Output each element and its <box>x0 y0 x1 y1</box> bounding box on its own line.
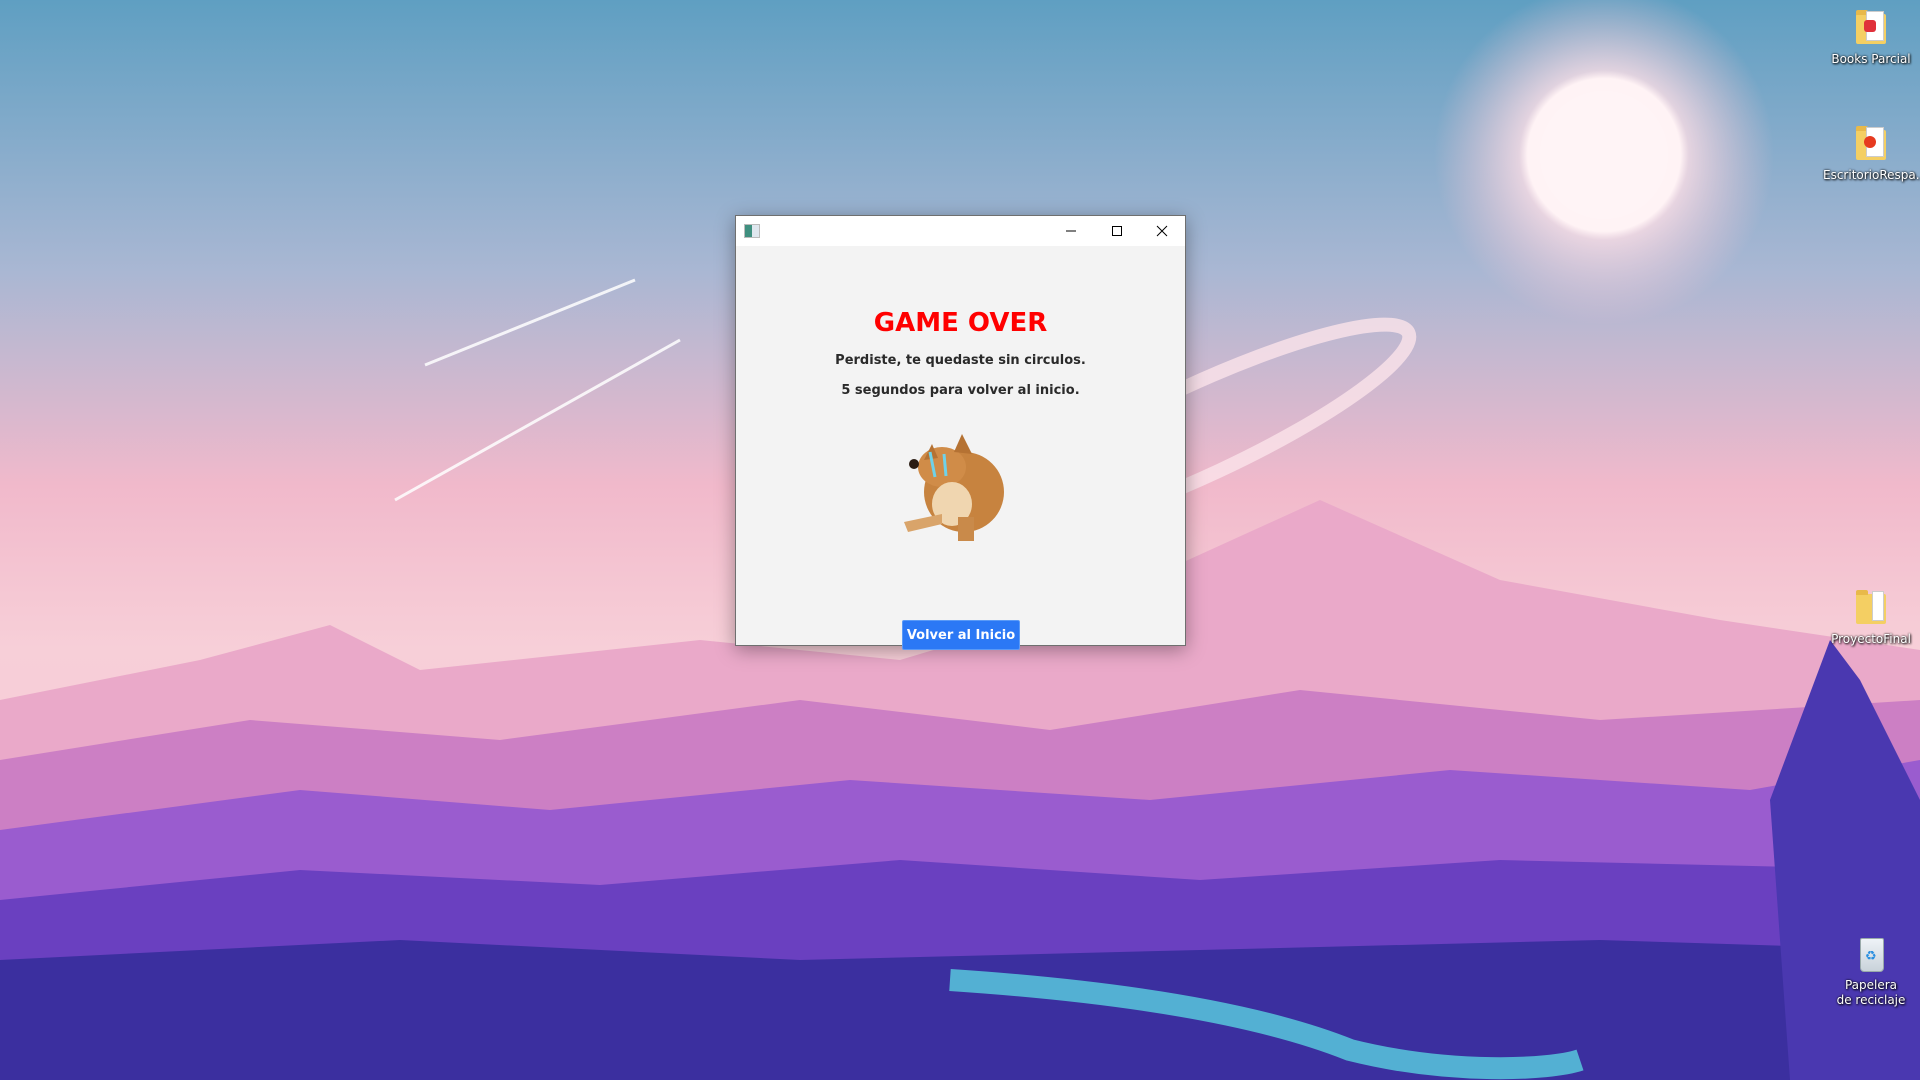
folder-acrobat-icon <box>1854 126 1888 162</box>
crying-dog-image <box>904 434 1004 541</box>
close-button[interactable] <box>1139 216 1185 246</box>
recycle-bin-icon: ♻ <box>1854 936 1888 972</box>
folder-icon <box>1854 590 1888 626</box>
app-icon <box>744 224 760 238</box>
dialog-content: GAME OVER Perdiste, te quedaste sin circ… <box>736 246 1185 650</box>
folder-pdf-icon <box>1854 10 1888 46</box>
minimize-icon <box>1066 230 1076 232</box>
game-over-heading: GAME OVER <box>873 308 1048 338</box>
desktop-icon-label: EscritorioRespa... <box>1823 168 1920 182</box>
game-over-window: GAME OVER Perdiste, te quedaste sin circ… <box>735 215 1186 650</box>
countdown-message: 5 segundos para volver al inicio. <box>841 383 1080 398</box>
desktop-icon-label: ProyectoFinal <box>1831 632 1911 646</box>
desktop-icon-escritorio-respaldo[interactable]: EscritorioRespa... <box>1823 126 1920 183</box>
minimize-button[interactable] <box>1048 216 1094 246</box>
desktop-icon-label: Books Parcial <box>1831 52 1911 66</box>
close-icon <box>1156 225 1168 237</box>
lost-message: Perdiste, te quedaste sin circulos. <box>835 353 1086 368</box>
title-bar[interactable] <box>736 216 1185 246</box>
desktop-icon-recycle-bin[interactable]: ♻ Papelera de reciclaje <box>1823 936 1919 1008</box>
desktop-icon-proyecto-final[interactable]: ProyectoFinal <box>1823 590 1919 647</box>
desktop-icon-books-parcial[interactable]: Books Parcial <box>1823 10 1919 67</box>
desktop-icon-label: Papelera de reciclaje <box>1836 978 1906 1007</box>
back-to-start-button[interactable]: Volver al Inicio <box>902 620 1020 650</box>
maximize-button[interactable] <box>1094 216 1140 246</box>
maximize-icon <box>1112 226 1122 236</box>
